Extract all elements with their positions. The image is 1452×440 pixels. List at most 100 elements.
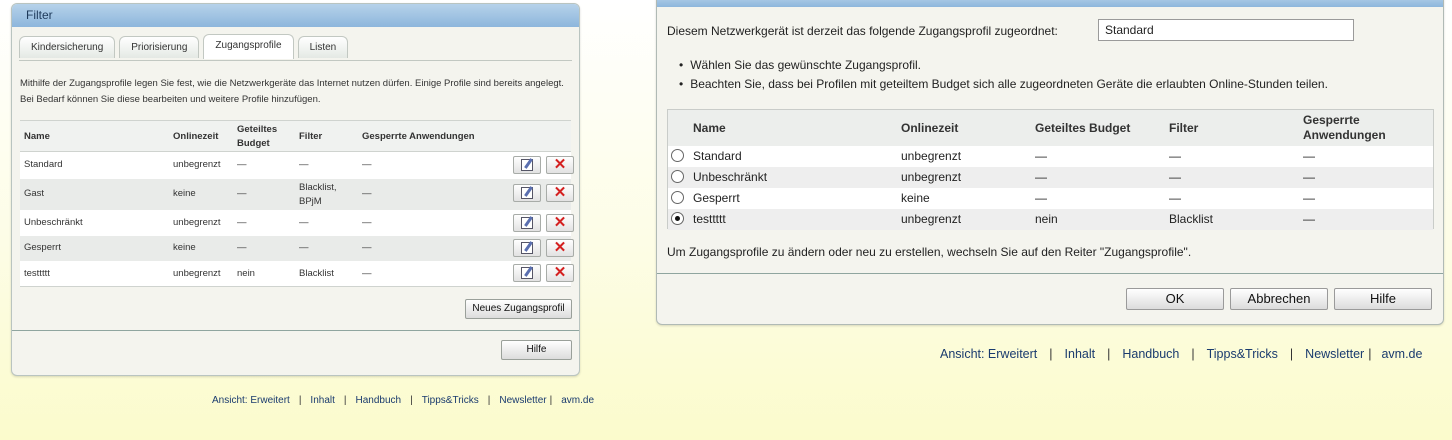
header-budget-2: Budget xyxy=(237,138,270,149)
header-name: Name xyxy=(693,121,726,135)
edit-button[interactable] xyxy=(513,264,541,282)
row-onlinezeit: unbegrenzt xyxy=(901,212,962,226)
footer-links-left: Ansicht: Erweitert | Inhalt | Handbuch |… xyxy=(212,395,594,406)
row-onlinezeit: unbegrenzt xyxy=(173,268,221,279)
table-row[interactable]: testtttt unbegrenzt nein Blacklist — xyxy=(668,209,1433,230)
profile-table: Name Onlinezeit Geteiltes Budget Filter … xyxy=(20,120,574,287)
assigned-profile-field[interactable] xyxy=(1098,19,1354,41)
help-button[interactable]: Hilfe xyxy=(501,340,572,360)
row-apps: — xyxy=(1303,212,1315,226)
delete-icon: ✕ xyxy=(553,264,567,281)
delete-button[interactable]: ✕ xyxy=(546,156,574,174)
link-handbuch[interactable]: Handbuch xyxy=(1122,347,1179,361)
row-apps: — xyxy=(362,242,372,253)
panel-title: Filter xyxy=(12,4,579,27)
row-name: Unbeschränkt xyxy=(24,217,83,228)
footer-separator: | xyxy=(298,395,302,406)
profile-radio[interactable] xyxy=(671,149,684,162)
header-filter: Filter xyxy=(1169,121,1199,135)
tab-priorisierung[interactable]: Priorisierung xyxy=(119,36,200,58)
row-filter: — xyxy=(299,159,309,170)
tab-zugangsprofile[interactable]: Zugangsprofile xyxy=(203,34,294,59)
cancel-button[interactable]: Abbrechen xyxy=(1230,288,1328,310)
row-budget: — xyxy=(1035,149,1047,163)
row-onlinezeit: keine xyxy=(173,242,196,253)
footer-links-right: Ansicht: Erweitert | Inhalt | Handbuch |… xyxy=(940,347,1422,361)
link-handbuch[interactable]: Handbuch xyxy=(356,395,402,406)
link-inhalt[interactable]: Inhalt xyxy=(310,395,334,406)
delete-button[interactable]: ✕ xyxy=(546,184,574,202)
row-name: Gesperrt xyxy=(693,191,740,205)
assign-label: Diesem Netzwerkgerät ist derzeit das fol… xyxy=(667,24,1058,38)
profile-select-table: Name Onlinezeit Geteiltes Budget Filter … xyxy=(667,109,1434,230)
tab-listen[interactable]: Listen xyxy=(297,36,349,58)
edit-icon xyxy=(521,187,533,199)
link-tipps[interactable]: Tipps&Tricks xyxy=(1207,347,1278,361)
row-onlinezeit: keine xyxy=(173,188,196,199)
row-budget: — xyxy=(237,188,247,199)
row-filter: Blacklist, xyxy=(299,182,337,193)
header-budget: Geteiltes Budget xyxy=(1035,121,1131,135)
table-row[interactable]: Unbeschränkt unbegrenzt — — — xyxy=(668,167,1433,188)
panel-divider xyxy=(12,330,579,331)
link-inhalt[interactable]: Inhalt xyxy=(1065,347,1096,361)
profile-radio[interactable] xyxy=(671,170,684,183)
profile-assignment-dialog: Diesem Netzwerkgerät ist derzeit das fol… xyxy=(656,0,1444,325)
delete-icon: ✕ xyxy=(553,239,567,256)
intro-line-1: Mithilfe der Zugangsprofile legen Sie fe… xyxy=(20,78,564,89)
header-filter: Filter xyxy=(299,131,323,142)
hint-item: Wählen Sie das gewünschte Zugangsprofil. xyxy=(679,56,1328,75)
dialog-divider xyxy=(657,273,1443,274)
profile-radio[interactable] xyxy=(671,191,684,204)
row-filter: — xyxy=(1169,149,1181,163)
table-row: Gast keine — Blacklist, BPjM — ✕ xyxy=(20,179,574,210)
edit-button[interactable] xyxy=(513,239,541,257)
table-row: Gesperrt keine — — — ✕ xyxy=(20,236,574,261)
row-apps: — xyxy=(1303,149,1315,163)
delete-icon: ✕ xyxy=(553,214,567,231)
row-onlinezeit: unbegrenzt xyxy=(901,149,962,163)
edit-button[interactable] xyxy=(513,156,541,174)
table-row[interactable]: Standard unbegrenzt — — — xyxy=(668,146,1433,167)
row-budget: — xyxy=(237,217,247,228)
ok-button[interactable]: OK xyxy=(1126,288,1224,310)
edit-button[interactable] xyxy=(513,214,541,232)
row-apps: — xyxy=(362,268,372,279)
table-header: Name Onlinezeit Geteiltes Budget Filter … xyxy=(20,120,571,152)
delete-icon: ✕ xyxy=(553,184,567,201)
edit-icon xyxy=(521,159,533,171)
footer-separator: | xyxy=(549,395,553,406)
edit-button[interactable] xyxy=(513,184,541,202)
header-apps-2: Anwendungen xyxy=(1303,128,1386,142)
row-budget: — xyxy=(237,242,247,253)
footer-separator: | xyxy=(1107,347,1111,361)
delete-button[interactable]: ✕ xyxy=(546,214,574,232)
row-filter: Blacklist xyxy=(1169,212,1214,226)
row-name: Standard xyxy=(24,159,63,170)
row-onlinezeit: keine xyxy=(901,191,930,205)
footer-separator: | xyxy=(1289,347,1294,361)
new-profile-button[interactable]: Neues Zugangsprofil xyxy=(465,299,572,319)
delete-button[interactable]: ✕ xyxy=(546,239,574,257)
row-name: testtttt xyxy=(693,212,726,226)
tab-kindersicherung[interactable]: Kindersicherung xyxy=(19,36,116,58)
table-row[interactable]: Gesperrt keine — — — xyxy=(668,188,1433,209)
link-tipps[interactable]: Tipps&Tricks xyxy=(422,395,479,406)
link-newsletter[interactable]: Newsletter xyxy=(499,395,546,406)
tab-bar: Kindersicherung Priorisierung Zugangspro… xyxy=(19,34,352,60)
delete-icon: ✕ xyxy=(553,156,567,173)
row-filter: — xyxy=(299,242,309,253)
link-newsletter[interactable]: Newsletter xyxy=(1305,347,1364,361)
help-button[interactable]: Hilfe xyxy=(1334,288,1432,310)
row-filter: — xyxy=(299,217,309,228)
link-avm[interactable]: avm.de xyxy=(561,395,594,406)
intro-line-2: Bei Bedarf können Sie diese bearbeiten u… xyxy=(20,94,321,105)
row-apps: — xyxy=(362,188,372,199)
delete-button[interactable]: ✕ xyxy=(546,264,574,282)
row-onlinezeit: unbegrenzt xyxy=(901,170,962,184)
link-ansicht[interactable]: Ansicht: Erweitert xyxy=(212,395,290,406)
link-avm[interactable]: avm.de xyxy=(1381,347,1422,361)
link-ansicht[interactable]: Ansicht: Erweitert xyxy=(940,347,1037,361)
row-name: Gast xyxy=(24,188,45,199)
profile-radio-selected[interactable] xyxy=(671,212,684,225)
